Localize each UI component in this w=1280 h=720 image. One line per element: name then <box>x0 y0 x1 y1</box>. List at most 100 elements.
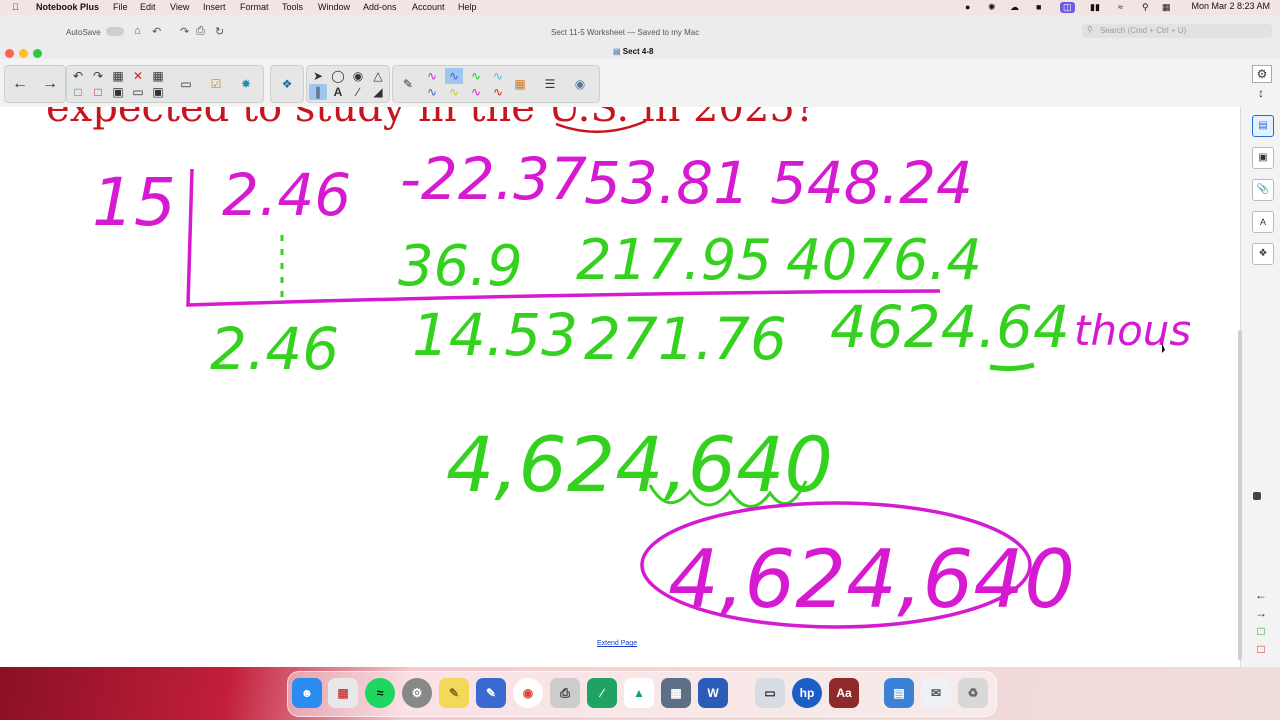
wifi-icon[interactable]: ≈ <box>1118 2 1123 12</box>
battery-icon[interactable]: ▮▮ <box>1090 2 1100 13</box>
minimize-window-button[interactable] <box>19 49 28 58</box>
finder-icon[interactable]: ☻ <box>292 678 322 708</box>
pen-pink-icon[interactable]: ∿ <box>467 84 485 100</box>
fan-icon[interactable]: ✺ <box>988 2 996 13</box>
pen-red-icon[interactable]: ∿ <box>489 84 507 100</box>
cloud-icon[interactable]: ☁ <box>1010 2 1019 13</box>
app-menu[interactable]: Notebook Plus <box>36 2 99 12</box>
new-page-icon[interactable]: □ <box>69 84 87 100</box>
scanner-icon[interactable]: ▭ <box>755 678 785 708</box>
contacts-icon[interactable]: ■ <box>1036 2 1041 12</box>
paste-icon[interactable]: ▦ <box>109 68 127 84</box>
dictionary-icon[interactable]: Aa <box>829 678 859 708</box>
menu-file[interactable]: File <box>113 2 128 12</box>
print-icon[interactable]: ⎙ <box>196 25 205 38</box>
display-icon[interactable]: ▭ <box>129 84 147 100</box>
gallery-tab-icon[interactable]: ▣ <box>1252 147 1274 169</box>
save-icon[interactable]: ▣ <box>109 84 127 100</box>
menu-window[interactable]: Window <box>318 2 350 12</box>
history-icon[interactable]: ↻ <box>215 25 224 38</box>
screen-shade-icon[interactable]: ▭ <box>177 76 195 92</box>
zoom-window-button[interactable] <box>33 49 42 58</box>
menu-addons[interactable]: Add-ons <box>363 2 397 12</box>
redo-icon[interactable]: ↷ <box>180 25 189 38</box>
extend-page-link[interactable]: Extend Page <box>597 640 637 647</box>
page-sorter-tab-icon[interactable]: ▤ <box>1252 115 1274 137</box>
panel-delete-page-icon[interactable]: □ <box>1252 641 1270 657</box>
table-icon[interactable]: ▦ <box>149 68 167 84</box>
notes-icon[interactable]: ✎ <box>439 678 469 708</box>
vertical-scrollbar[interactable] <box>1238 330 1242 660</box>
word-icon[interactable]: W <box>698 678 728 708</box>
sheets-icon[interactable]: ∕ <box>587 678 617 708</box>
panel-forward-icon[interactable]: → <box>1252 605 1270 621</box>
shapes-tool-icon[interactable]: ◯ <box>329 68 347 84</box>
search-field[interactable]: Search (Cmd + Ctrl + U) ⚲ <box>1082 24 1272 38</box>
menu-insert[interactable]: Insert <box>203 2 226 12</box>
pen-cyan-icon[interactable]: ∿ <box>489 68 507 84</box>
previous-page-button[interactable]: ← <box>11 76 29 92</box>
menu-edit[interactable]: Edit <box>140 2 156 12</box>
capture-icon[interactable]: ▣ <box>149 84 167 100</box>
next-page-button[interactable]: → <box>41 76 59 92</box>
whiteboard-canvas[interactable]: expected to study in the U.S. in 2025? 1… <box>0 107 1240 667</box>
delete-button[interactable]: ✕ <box>129 68 147 84</box>
properties-icon[interactable]: ◉ <box>571 76 589 92</box>
panel-back-icon[interactable]: ← <box>1252 587 1270 603</box>
hp-icon[interactable]: hp <box>792 678 822 708</box>
menu-format[interactable]: Format <box>240 2 269 12</box>
text-tool-icon[interactable]: A <box>329 84 347 100</box>
panel-add-page-icon[interactable]: □ <box>1252 623 1270 639</box>
system-settings-icon[interactable]: ⚙ <box>402 678 432 708</box>
screen-mirror-icon[interactable]: ◫ <box>1060 2 1075 13</box>
launchpad-icon[interactable]: ▦ <box>328 678 358 708</box>
trash-icon[interactable]: ♻ <box>958 678 988 708</box>
close-window-button[interactable] <box>5 49 14 58</box>
pen-blue-icon[interactable]: ∿ <box>445 68 463 84</box>
printer-icon[interactable]: ⎙ <box>550 678 580 708</box>
control-center-icon[interactable]: ▦ <box>1162 2 1171 13</box>
doc-title[interactable]: Sect 11-5 Worksheet — Saved to my Mac <box>551 28 699 37</box>
undo-button[interactable]: ↶ <box>69 68 87 84</box>
calculator-icon[interactable]: ▦ <box>661 678 691 708</box>
undo-icon[interactable]: ↶ <box>152 25 161 38</box>
fill-tool-icon[interactable]: ◉ <box>349 68 367 84</box>
activity-icon[interactable]: ☑ <box>207 76 225 92</box>
mail-icon[interactable]: ✉ <box>921 678 951 708</box>
document-icon[interactable]: ▤ <box>884 678 914 708</box>
pencil-icon[interactable]: ✎ <box>399 76 417 92</box>
addons-tab-icon[interactable]: ❖ <box>1252 243 1274 265</box>
spotify-icon[interactable]: ≈ <box>365 678 395 708</box>
settings-gear-icon[interactable]: ⚙ <box>1252 65 1272 83</box>
drive-icon[interactable]: ▲ <box>624 678 654 708</box>
color-palette-icon[interactable]: ▦ <box>511 76 529 92</box>
search-icon[interactable]: ⚲ <box>1142 2 1149 13</box>
eraser-tool-icon[interactable]: ◢ <box>369 84 387 100</box>
pdf-icon[interactable]: □ <box>89 84 107 100</box>
clock[interactable]: Mon Mar 2 8:23 AM <box>1191 1 1270 11</box>
monster-icon[interactable]: ✸ <box>237 76 255 92</box>
pen-tool-icon[interactable]: ∥ <box>309 84 327 100</box>
panel-handle[interactable] <box>1253 492 1261 500</box>
attachments-tab-icon[interactable]: 📎 <box>1252 179 1274 201</box>
home-icon[interactable]: ⌂ <box>134 25 141 37</box>
pen-blue2-icon[interactable]: ∿ <box>423 84 441 100</box>
menu-tools[interactable]: Tools <box>282 2 303 12</box>
addons-icon[interactable]: ❖ <box>278 76 296 92</box>
pen-green-icon[interactable]: ∿ <box>467 68 485 84</box>
menu-help[interactable]: Help <box>458 2 477 12</box>
line-style-icon[interactable]: ☰ <box>541 76 559 92</box>
pen-magenta-icon[interactable]: ∿ <box>423 68 441 84</box>
page-tab[interactable]: ▤ Sect 4-8 <box>613 47 653 56</box>
record-icon[interactable]: ● <box>965 2 970 12</box>
notebook-icon[interactable]: ✎ <box>476 678 506 708</box>
menu-view[interactable]: View <box>170 2 189 12</box>
properties-tab-icon[interactable]: A <box>1252 211 1274 233</box>
menu-account[interactable]: Account <box>412 2 445 12</box>
redo-button[interactable]: ↷ <box>89 68 107 84</box>
line-tool-icon[interactable]: ∕ <box>349 84 367 100</box>
magic-pen-icon[interactable]: △ <box>369 68 387 84</box>
apple-icon[interactable]:  <box>12 2 19 12</box>
toolbar-move-icon[interactable]: ↕ <box>1252 85 1270 101</box>
select-tool-icon[interactable]: ➤ <box>309 68 327 84</box>
